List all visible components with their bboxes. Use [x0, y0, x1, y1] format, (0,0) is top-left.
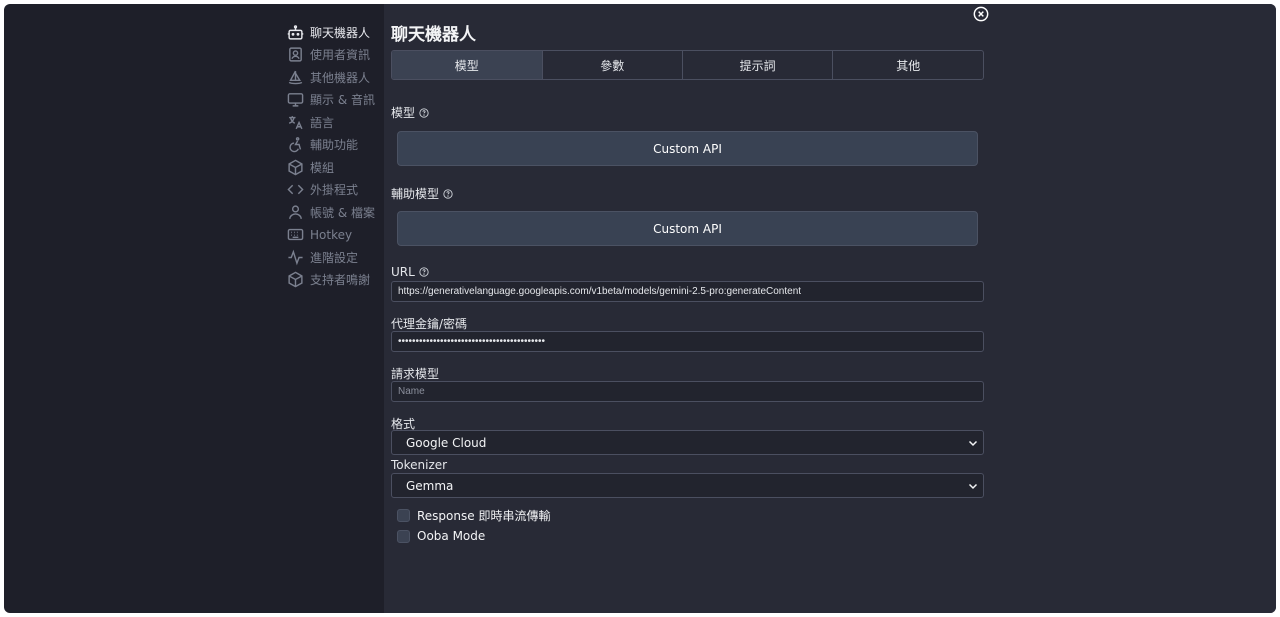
user-card-icon	[287, 46, 304, 63]
sidebar-item-label: 語言	[310, 115, 335, 130]
user-icon	[287, 204, 304, 221]
sidebar-item-advanced[interactable]: 進階設定	[287, 246, 382, 269]
sidebar-item-label: 其他機器人	[310, 70, 371, 85]
streaming-checkbox[interactable]	[397, 509, 410, 522]
sailboat-icon	[287, 69, 304, 86]
close-button[interactable]	[973, 6, 989, 22]
aux-model-label-row: 輔助模型	[391, 185, 453, 202]
settings-tabs: 模型 參數 提示詞 其他	[391, 50, 984, 80]
url-label: URL	[391, 265, 415, 279]
sidebar-item-label: Hotkey	[310, 227, 353, 242]
sidebar-item-modules[interactable]: 模組	[287, 156, 382, 179]
proxy-key-input[interactable]: ••••••••••••••••••••••••••••••••••••••••…	[391, 331, 984, 352]
format-select-value: Google Cloud	[406, 435, 487, 450]
close-icon	[973, 6, 989, 22]
tab-other[interactable]: 其他	[832, 51, 983, 79]
ooba-mode-option[interactable]: Ooba Mode	[397, 529, 485, 543]
page-title: 聊天機器人	[391, 25, 476, 45]
model-label: 模型	[391, 106, 416, 120]
translate-icon	[287, 114, 304, 131]
settings-window	[4, 4, 1276, 613]
sidebar-item-label: 進階設定	[310, 250, 359, 265]
tab-model[interactable]: 模型	[392, 51, 542, 79]
box-icon	[287, 159, 304, 176]
url-label-row: URL	[391, 265, 429, 279]
sidebar-item-account-files[interactable]: 帳號 & 檔案	[287, 201, 382, 224]
sidebar-item-language[interactable]: 語言	[287, 111, 382, 134]
streaming-option[interactable]: Response 即時串流傳輸	[397, 507, 550, 524]
help-icon[interactable]	[443, 188, 453, 199]
sidebar-item-hotkey[interactable]: Hotkey	[287, 224, 382, 247]
sidebar-item-other-bots[interactable]: 其他機器人	[287, 66, 382, 89]
streaming-label: Response 即時串流傳輸	[417, 509, 551, 523]
keyboard-icon	[287, 226, 304, 243]
settings-sidebar: 聊天機器人 使用者資訊 其他機器人 顯示 & 音訊 語言 輔助功能 模組 外掛程…	[287, 21, 382, 291]
chevron-down-icon	[967, 480, 979, 492]
proxy-key-label: 代理金鑰/密碼	[391, 317, 468, 331]
tab-parameters[interactable]: 參數	[541, 51, 682, 79]
monitor-icon	[287, 91, 304, 108]
aux-model-select-button[interactable]: Custom API	[397, 211, 978, 246]
sidebar-item-label: 外掛程式	[310, 183, 359, 198]
tokenizer-select[interactable]: Gemma	[391, 473, 984, 498]
help-icon[interactable]	[419, 107, 429, 118]
model-select-button[interactable]: Custom API	[397, 131, 978, 166]
tab-prompts[interactable]: 提示詞	[681, 51, 833, 79]
sidebar-item-label: 支持者鳴謝	[310, 273, 371, 288]
sidebar-item-label: 聊天機器人	[310, 25, 371, 40]
sidebar-item-label: 顯示 & 音訊	[310, 93, 375, 108]
accessibility-icon	[287, 136, 304, 153]
sidebar-item-supporters[interactable]: 支持者鳴謝	[287, 269, 382, 292]
sidebar-item-plugins[interactable]: 外掛程式	[287, 179, 382, 202]
sidebar-item-label: 模組	[310, 160, 335, 175]
sidebar-item-display-audio[interactable]: 顯示 & 音訊	[287, 89, 382, 112]
request-model-label: 請求模型	[391, 367, 440, 381]
sidebar-item-user-info[interactable]: 使用者資訊	[287, 44, 382, 67]
package-icon	[287, 271, 304, 288]
sidebar-item-label: 使用者資訊	[310, 48, 371, 63]
format-select[interactable]: Google Cloud	[391, 430, 984, 455]
sidebar-item-accessibility[interactable]: 輔助功能	[287, 134, 382, 157]
chevron-down-icon	[967, 437, 979, 449]
request-model-input[interactable]: Name	[391, 381, 984, 402]
tokenizer-label: Tokenizer	[391, 458, 448, 472]
sidebar-item-chatbot[interactable]: 聊天機器人	[287, 21, 382, 44]
tokenizer-select-value: Gemma	[406, 478, 454, 493]
sidebar-item-label: 輔助功能	[310, 138, 359, 153]
model-label-row: 模型	[391, 104, 429, 121]
code-icon	[287, 181, 304, 198]
sidebar-item-label: 帳號 & 檔案	[310, 205, 375, 220]
help-icon[interactable]	[419, 267, 429, 277]
bot-icon	[287, 24, 304, 41]
activity-icon	[287, 249, 304, 266]
url-input[interactable]: https://generativelanguage.googleapis.co…	[391, 281, 984, 302]
ooba-mode-checkbox[interactable]	[397, 529, 410, 543]
ooba-mode-label: Ooba Mode	[417, 529, 486, 543]
aux-model-label: 輔助模型	[391, 187, 440, 201]
